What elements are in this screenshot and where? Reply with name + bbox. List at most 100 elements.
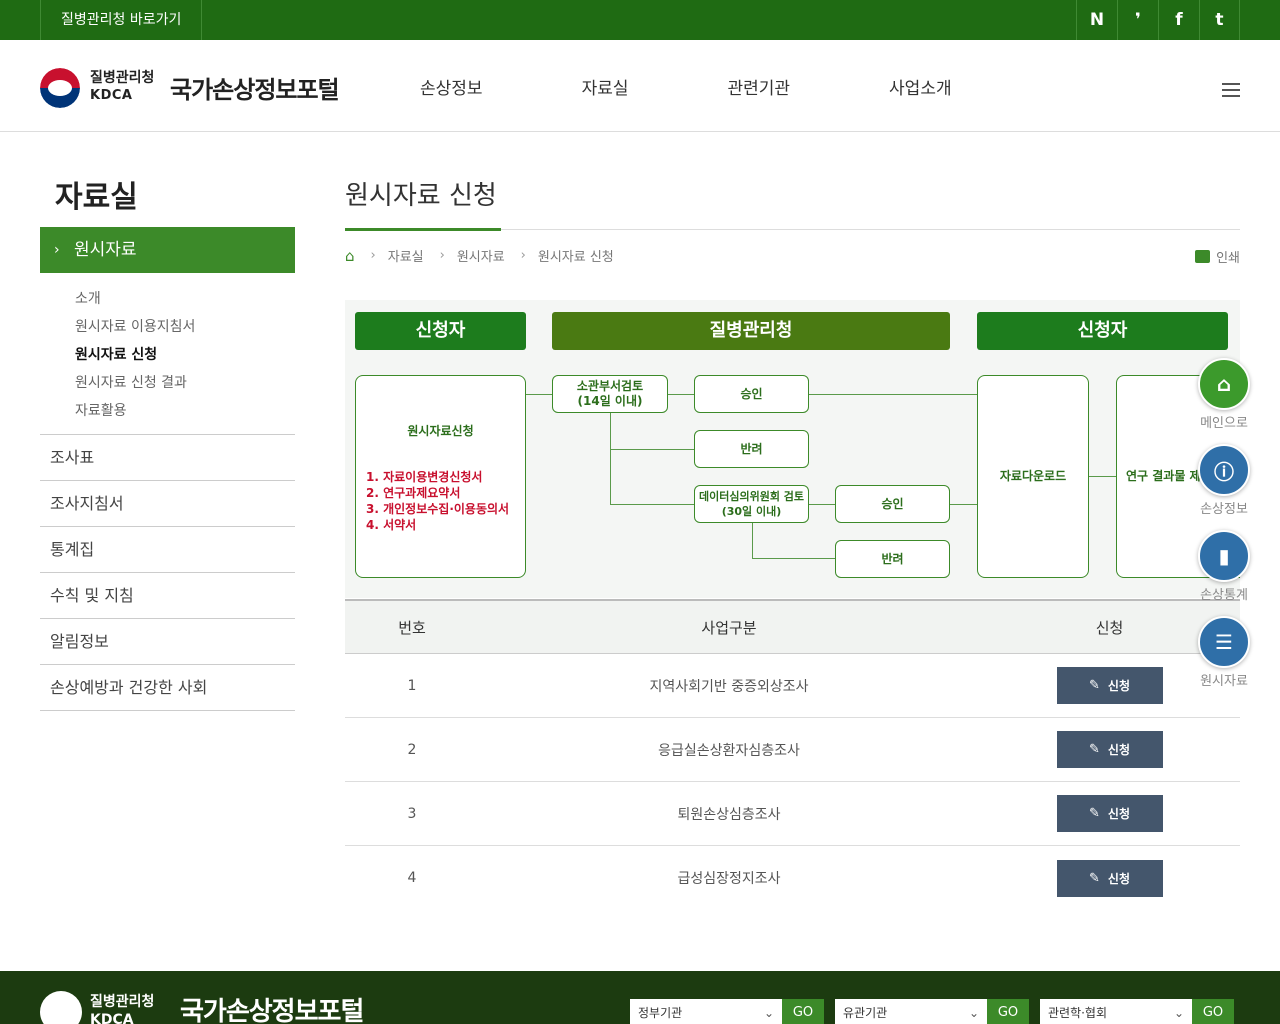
sns-links: N ❜ f t	[1076, 0, 1240, 40]
table-row: 4 급성심장정지조사 ✎ 신청	[345, 846, 1240, 910]
apply-label: 신청	[1107, 807, 1130, 821]
application-table: 번호 사업구분 신청 1 지역사회기반 중증외상조사 ✎ 신청 2 응급실손상환자…	[345, 599, 1240, 910]
row-name: 급성심장정지조사	[677, 871, 781, 887]
quick-main[interactable]: ⌂ 메인으로	[1196, 358, 1252, 431]
step-label: 소관부서검토	[576, 379, 644, 393]
apply-label: 신청	[1107, 743, 1130, 757]
submenu-guide[interactable]: 원시자료 이용지침서	[75, 316, 195, 344]
step-committee-review: 데이터심의위원회 검토 (30일 이내)	[694, 485, 809, 523]
go-button[interactable]: GO	[782, 999, 824, 1024]
pencil-icon: ✎	[1089, 806, 1100, 821]
home-icon[interactable]: ⌂	[345, 247, 355, 265]
site-header: 질병관리청 KDCA 국가손상정보포털 손상정보 자료실 관련기관 사업소개	[0, 40, 1280, 132]
gnb-about[interactable]: 사업소개	[889, 74, 952, 99]
hamburger-menu-icon[interactable]	[1222, 83, 1240, 97]
chevron-down-icon: ⌄	[1173, 1006, 1184, 1020]
connector	[526, 394, 552, 395]
table-row: 3 퇴원손상심층조사 ✎ 신청	[345, 782, 1240, 846]
step-dept-review: 소관부서검토 (14일 이내)	[552, 375, 668, 413]
go-button[interactable]: GO	[987, 999, 1029, 1024]
step-sublabel: (14일 이내)	[577, 394, 643, 408]
related-select[interactable]: 유관기관 ⌄	[835, 999, 987, 1024]
submenu-usage[interactable]: 자료활용	[75, 400, 195, 428]
print-label: 인쇄	[1216, 251, 1240, 266]
connector	[809, 504, 835, 505]
page-title: 원시자료 신청	[345, 181, 497, 211]
kakao-story-icon[interactable]: ❜	[1117, 0, 1158, 40]
row-no: 4	[407, 870, 417, 886]
print-button[interactable]: 인쇄	[1195, 247, 1240, 266]
title-accent	[345, 228, 501, 231]
sidebar-item-survey-guide[interactable]: 조사지침서	[40, 481, 295, 527]
facebook-icon[interactable]: f	[1158, 0, 1199, 40]
step-label: 데이터심의위원회 검토	[698, 490, 805, 503]
chevron-down-icon: ⌄	[968, 1006, 979, 1020]
request-doc: 2. 연구과제요약서	[366, 486, 461, 500]
connector	[752, 558, 835, 559]
submenu-intro[interactable]: 소개	[75, 288, 195, 316]
twitter-icon[interactable]: t	[1199, 0, 1240, 40]
kdca-emblem-icon[interactable]	[40, 68, 80, 108]
diagram-request-box: 원시자료신청 1. 자료이용변경신청서 2. 연구과제요약서 3. 개인정보수집…	[355, 375, 526, 578]
col-header-name: 사업구분	[701, 618, 757, 637]
submenu-apply[interactable]: 원시자료 신청	[75, 344, 195, 372]
site-title[interactable]: 국가손상정보포털	[170, 70, 340, 105]
sidebar-title: 자료실	[55, 180, 138, 215]
apply-button[interactable]: ✎ 신청	[1056, 859, 1163, 897]
gnb-data-room[interactable]: 자료실	[582, 74, 629, 99]
select-value: 관련학·협회	[1048, 1006, 1108, 1020]
sidebar-item-raw-data[interactable]: › 원시자료	[40, 227, 295, 273]
gov-select[interactable]: 정부기관 ⌄	[630, 999, 782, 1024]
footer-select-gov: 정부기관 ⌄ GO	[630, 999, 824, 1024]
connector	[668, 394, 694, 395]
quick-raw-data[interactable]: ☰ 원시자료	[1196, 616, 1252, 689]
sidebar-item-statistics[interactable]: 통계집	[40, 527, 295, 573]
bar-chart-icon: ▮	[1198, 530, 1250, 582]
sidebar-item-prevention[interactable]: 손상예방과 건강한 사회	[40, 665, 295, 711]
pencil-icon: ✎	[1089, 870, 1100, 886]
pencil-icon: ✎	[1089, 678, 1100, 693]
connector	[1089, 476, 1116, 477]
step-approve-1: 승인	[694, 375, 809, 413]
sidebar-menu: 조사표 조사지침서 통계집 수칙 및 지침 알림정보 손상예방과 건강한 사회	[40, 434, 295, 711]
go-button[interactable]: GO	[1192, 999, 1234, 1024]
footer-select-society: 관련학·협회 ⌄ GO	[1040, 999, 1234, 1024]
apply-button[interactable]: ✎ 신청	[1056, 795, 1163, 832]
breadcrumb-item[interactable]: 원시자료	[457, 246, 505, 265]
select-value: 정부기관	[638, 1006, 683, 1020]
sidebar-item-notice[interactable]: 알림정보	[40, 619, 295, 665]
logo-org-ko: 질병관리청	[90, 70, 155, 86]
apply-label: 신청	[1107, 871, 1130, 886]
apply-button[interactable]: ✎ 신청	[1056, 731, 1163, 768]
diagram-header-applicant-2: 신청자	[977, 312, 1228, 350]
site-footer: 질병관리청 KDCA 국가손상정보포털 정부기관 ⌄ GO 유관기관 ⌄ GO 관련…	[0, 971, 1280, 1024]
apply-button[interactable]: ✎ 신청	[1056, 667, 1163, 704]
step-reject-1: 반려	[694, 430, 809, 468]
step-download: 자료다운로드	[977, 375, 1089, 578]
quick-label: 손상정보	[1200, 502, 1248, 517]
request-doc: 3. 개인정보수집·이용동의서	[366, 502, 510, 516]
step-sublabel: (30일 이내)	[721, 505, 782, 518]
society-select[interactable]: 관련학·협회 ⌄	[1040, 999, 1192, 1024]
connector	[610, 413, 611, 505]
table-row: 2 응급실손상환자심층조사 ✎ 신청	[345, 718, 1240, 782]
request-doc: 1. 자료이용변경신청서	[366, 470, 483, 484]
sidebar-item-rules[interactable]: 수칙 및 지침	[40, 573, 295, 619]
row-name: 퇴원손상심층조사	[677, 806, 781, 823]
quick-injury-info[interactable]: ⓘ 손상정보	[1196, 444, 1252, 517]
breadcrumb-item[interactable]: 자료실	[388, 246, 424, 265]
home-icon: ⌂	[1198, 358, 1250, 410]
logo-org[interactable]: 질병관리청 KDCA	[90, 69, 154, 105]
kdca-shortcut-link[interactable]: 질병관리청 바로가기	[40, 0, 203, 40]
gnb-related-orgs[interactable]: 관련기관	[727, 74, 790, 99]
sidebar-item-survey[interactable]: 조사표	[40, 435, 295, 481]
quick-injury-stats[interactable]: ▮ 손상통계	[1196, 530, 1252, 603]
footer-site-title: 국가손상정보포털	[180, 997, 364, 1024]
connector	[610, 504, 694, 505]
document-icon: ☰	[1198, 616, 1250, 668]
row-name: 응급실손상환자심층조사	[658, 742, 800, 759]
logo-org-en: KDCA	[90, 88, 133, 103]
submenu-result[interactable]: 원시자료 신청 결과	[75, 372, 195, 400]
naver-blog-icon[interactable]: N	[1076, 0, 1117, 40]
gnb-injury-info[interactable]: 손상정보	[420, 74, 483, 99]
